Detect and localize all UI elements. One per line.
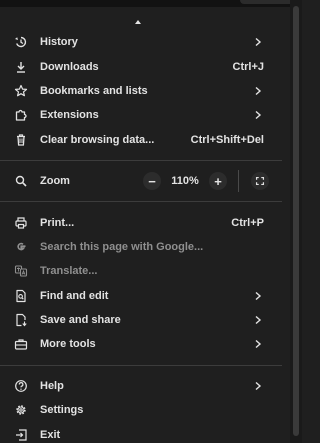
translate-label: Translate... bbox=[40, 265, 98, 278]
menu-scrollbar[interactable] bbox=[290, 0, 302, 443]
print-shortcut: Ctrl+P bbox=[231, 216, 264, 229]
menu-separator bbox=[0, 159, 282, 161]
downloads-label: Downloads bbox=[40, 60, 99, 73]
history-label: History bbox=[40, 36, 78, 49]
gear-icon bbox=[14, 403, 28, 417]
menu-item-more-tools[interactable]: More tools bbox=[0, 332, 282, 356]
find-and-edit-label: Find and edit bbox=[40, 289, 109, 302]
menu-item-history[interactable]: History bbox=[0, 30, 282, 54]
zoom-icon bbox=[14, 174, 28, 188]
download-icon bbox=[14, 60, 28, 74]
extensions-label: Extensions bbox=[40, 109, 99, 122]
menu-separator bbox=[0, 201, 282, 203]
menu-item-exit[interactable]: Exit bbox=[0, 422, 282, 443]
menu-item-bookmarks[interactable]: Bookmarks and lists bbox=[0, 79, 282, 103]
zoom-label: Zoom bbox=[40, 175, 70, 188]
menu-separator bbox=[0, 364, 282, 366]
chevron-right-icon bbox=[255, 340, 262, 349]
menu-item-print[interactable]: Print... Ctrl+P bbox=[0, 210, 282, 234]
chevron-right-icon bbox=[255, 316, 262, 325]
history-icon bbox=[14, 35, 28, 49]
more-tools-label: More tools bbox=[40, 338, 96, 351]
chevron-right-icon bbox=[255, 381, 262, 390]
main-menu: History Downloads Ctrl+J Bookmarks and l… bbox=[0, 30, 282, 443]
star-icon bbox=[14, 84, 28, 98]
chevron-right-icon bbox=[255, 86, 262, 95]
chevron-right-icon bbox=[255, 111, 262, 120]
menu-item-search-page[interactable]: Search this page with Google... bbox=[0, 235, 282, 259]
chevron-right-icon bbox=[255, 38, 262, 47]
fullscreen-icon bbox=[255, 177, 265, 186]
extension-icon bbox=[14, 108, 28, 122]
zoom-in-button[interactable]: + bbox=[209, 172, 227, 191]
google-g-icon bbox=[14, 240, 28, 254]
save-and-share-label: Save and share bbox=[40, 314, 121, 327]
bookmarks-label: Bookmarks and lists bbox=[40, 84, 148, 97]
menu-item-find-and-edit[interactable]: Find and edit bbox=[0, 284, 282, 308]
exit-label: Exit bbox=[40, 428, 61, 441]
printer-icon bbox=[14, 216, 28, 230]
menu-item-save-and-share[interactable]: Save and share bbox=[0, 308, 282, 332]
browser-menu-page: History Downloads Ctrl+J Bookmarks and l… bbox=[0, 0, 302, 443]
print-label: Print... bbox=[40, 216, 75, 229]
menu-item-zoom: Zoom − 110% + bbox=[0, 169, 282, 193]
help-icon bbox=[14, 379, 28, 393]
menu-item-clear-browsing-data[interactable]: Clear browsing data... Ctrl+Shift+Del bbox=[0, 128, 282, 152]
find-icon bbox=[14, 289, 28, 303]
zoom-controls: − 110% + bbox=[143, 172, 227, 191]
menu-item-downloads[interactable]: Downloads Ctrl+J bbox=[0, 54, 282, 78]
help-label: Help bbox=[40, 379, 64, 392]
search-page-label: Search this page with Google... bbox=[40, 240, 204, 253]
scrollbar-thumb[interactable] bbox=[293, 6, 299, 436]
zoom-divider bbox=[238, 170, 239, 193]
menu-item-settings[interactable]: Settings bbox=[0, 398, 282, 422]
exit-icon bbox=[14, 428, 28, 442]
menu-caret-icon bbox=[135, 20, 141, 24]
fullscreen-button[interactable] bbox=[251, 172, 269, 191]
clear-browsing-data-label: Clear browsing data... bbox=[40, 133, 155, 146]
menu-item-translate[interactable]: Translate... bbox=[0, 259, 282, 283]
settings-label: Settings bbox=[40, 404, 84, 417]
chevron-right-icon bbox=[255, 291, 262, 300]
downloads-shortcut: Ctrl+J bbox=[232, 60, 265, 73]
translate-icon bbox=[14, 264, 28, 278]
clear-browsing-data-shortcut: Ctrl+Shift+Del bbox=[190, 133, 264, 146]
zoom-level: 110% bbox=[171, 175, 199, 188]
zoom-out-button[interactable]: − bbox=[143, 172, 161, 191]
save-share-icon bbox=[14, 313, 28, 327]
menu-item-extensions[interactable]: Extensions bbox=[0, 103, 282, 127]
menu-item-help[interactable]: Help bbox=[0, 374, 282, 398]
trash-icon bbox=[14, 133, 28, 147]
browser-toolbar-edge bbox=[0, 0, 302, 7]
toolbox-icon bbox=[14, 337, 28, 351]
